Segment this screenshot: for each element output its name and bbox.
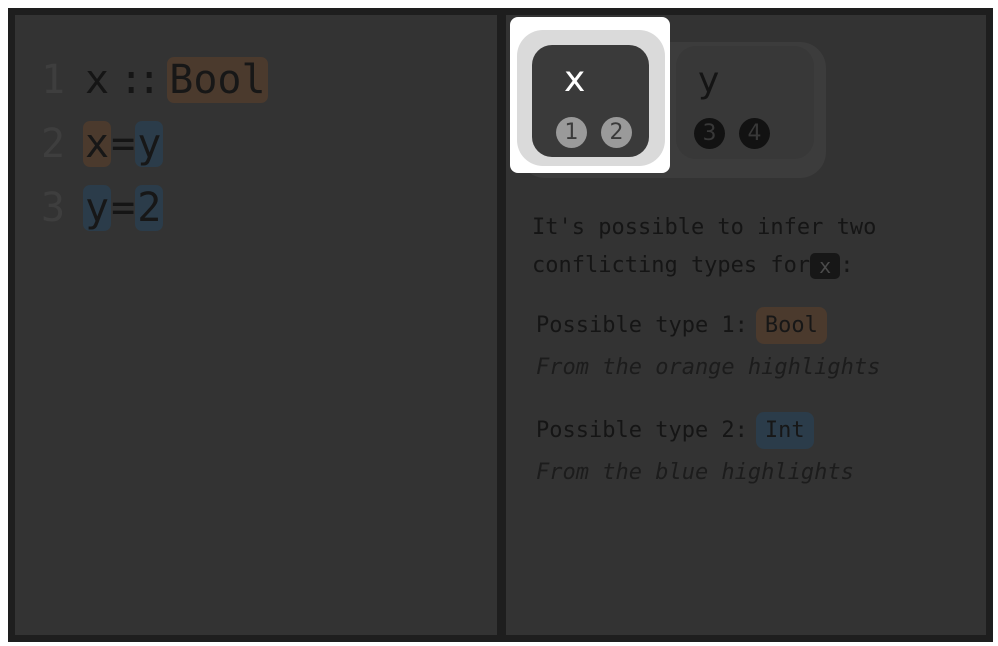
possible-type-label: Possible type 1: (536, 313, 748, 338)
possible-type-1-note: From the orange highlights (536, 355, 881, 380)
conflict-variable: x (810, 253, 841, 279)
explanation-text: conflicting types for (532, 253, 811, 278)
line-badge[interactable]: 4 (739, 118, 770, 149)
error-explanation: It's possible to infer two conflicting t… (532, 209, 952, 285)
variable-card-y[interactable]: y 3 4 (676, 46, 814, 159)
type-chip-bool[interactable]: Bool (755, 307, 827, 344)
variable-name: y (698, 60, 720, 101)
variable-name: x (564, 59, 586, 100)
line-number: 1 (41, 57, 66, 103)
possible-type-1: Possible type 1: Bool (536, 307, 827, 344)
possible-type-2: Possible type 2: Int (536, 412, 814, 449)
variable-card-x[interactable]: x 1 2 (532, 45, 649, 157)
line-badge[interactable]: 3 (694, 118, 725, 149)
type-error-panel: x 1 2 y 3 4 It's possible to infer two c… (506, 15, 986, 635)
token-equals: = (111, 185, 136, 231)
token-y[interactable]: y (135, 121, 164, 167)
code-line-1[interactable]: 1 x :: Bool (41, 57, 268, 103)
token-y[interactable]: y (83, 185, 112, 231)
line-number: 2 (41, 121, 66, 167)
token-equals: = (111, 121, 136, 167)
explanation-line-2: conflicting types for x: (532, 247, 952, 285)
app-frame: 1 x :: Bool 2 x = y 3 y = 2 x 1 2 y 3 4 … (8, 8, 993, 642)
token-bool[interactable]: Bool (167, 57, 268, 103)
explanation-colon: : (840, 253, 854, 278)
token-type-annotation: :: (119, 57, 161, 103)
code-line-3[interactable]: 3 y = 2 (41, 185, 164, 231)
code-line-2[interactable]: 2 x = y (41, 121, 164, 167)
token-literal-2[interactable]: 2 (135, 185, 164, 231)
line-badge[interactable]: 2 (601, 117, 632, 148)
explanation-line-1: It's possible to infer two (532, 215, 877, 240)
line-badge[interactable]: 1 (556, 117, 587, 148)
badge-list: 3 4 (694, 118, 770, 149)
possible-type-2-note: From the blue highlights (536, 460, 854, 485)
line-number: 3 (41, 185, 66, 231)
badge-list: 1 2 (556, 117, 632, 148)
token-x[interactable]: x (83, 57, 111, 103)
possible-type-label: Possible type 2: (536, 418, 748, 443)
code-editor-panel: 1 x :: Bool 2 x = y 3 y = 2 (15, 15, 497, 635)
token-x[interactable]: x (83, 121, 112, 167)
type-chip-int[interactable]: Int (755, 412, 814, 449)
